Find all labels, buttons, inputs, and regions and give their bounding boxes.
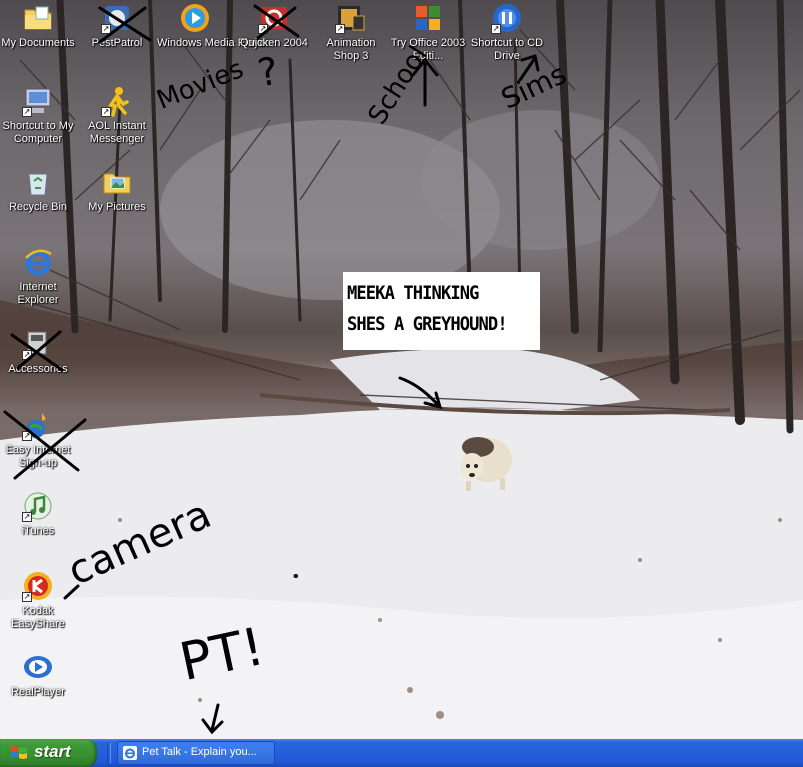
- taskbar-button-label: Pet Talk - Explain you...: [142, 746, 257, 758]
- windows-logo-icon: [11, 746, 27, 759]
- cross-out-accessories: [10, 330, 64, 372]
- arrow-to-task-button: [201, 703, 224, 735]
- taskbar-separator: [107, 743, 111, 763]
- cross-out-easy-internet: [3, 410, 87, 480]
- cross-out-pestpatrol: [98, 6, 152, 44]
- start-button[interactable]: start: [0, 739, 97, 767]
- taskbar-button-pet-talk[interactable]: Pet Talk - Explain you...: [117, 741, 275, 765]
- start-label: start: [34, 742, 71, 761]
- arrow-to-dog: [398, 376, 443, 410]
- annotation-strokes: [3, 4, 540, 735]
- internet-explorer-icon: [123, 746, 137, 760]
- taskbar: start Pet Talk - Explain you...: [0, 739, 803, 767]
- cross-out-quicken: [253, 4, 300, 40]
